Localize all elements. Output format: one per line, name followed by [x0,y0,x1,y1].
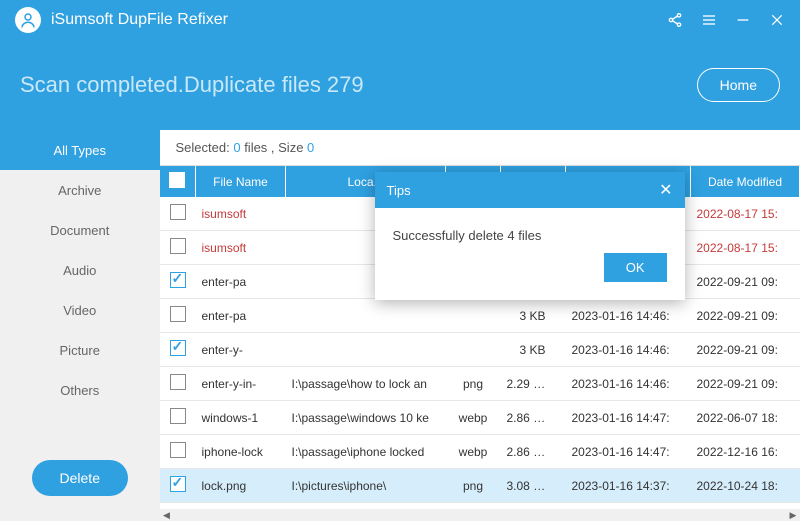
cell-modified: 2022-08-17 15: [691,197,800,231]
cell-modified: 2022-06-07 18: [691,401,800,435]
header: Scan completed.Duplicate files 279 Home [0,40,800,130]
cell-created: 2023-01-16 14:47: [566,435,691,469]
row-checkbox[interactable] [170,408,186,424]
table-row[interactable]: enter-pa 3 KB2023-01-16 14:46:2022-09-21 … [160,299,800,333]
cell-size: 3.08 KB [501,469,566,503]
share-icon[interactable] [667,12,683,28]
cell-created: 2023-01-16 14:46: [566,367,691,401]
titlebar: iSumsoft DupFile Refixer [0,0,800,40]
cell-filename: enter-y- [196,333,286,367]
sidebar-item-audio[interactable]: Audio [0,250,160,290]
app-title: iSumsoft DupFile Refixer [51,11,667,29]
sidebar: All TypesArchiveDocumentAudioVideoPictur… [0,130,160,521]
selection-summary: Selected: 0 files , Size 0 [160,130,800,165]
dialog-message: Successfully delete 4 files [375,208,685,253]
cell-type: png [446,367,501,401]
row-checkbox[interactable] [170,476,186,492]
cell-created: 2023-01-16 14:46: [566,299,691,333]
sidebar-item-picture[interactable]: Picture [0,330,160,370]
cell-location [286,299,446,333]
scan-status: Scan completed.Duplicate files 279 [20,72,697,98]
home-button[interactable]: Home [697,68,780,102]
cell-type [446,299,501,333]
delete-button[interactable]: Delete [32,460,128,496]
cell-modified: 2022-08-17 15: [691,231,800,265]
cell-location [286,333,446,367]
cell-created: 2023-01-16 14:37: [566,469,691,503]
cell-modified: 2022-09-21 09: [691,333,800,367]
cell-filename: enter-pa [196,265,286,299]
close-icon[interactable] [769,12,785,28]
selected-count: 0 [233,140,240,155]
cell-size: 2.29 KB [501,367,566,401]
selected-size: 0 [307,140,314,155]
row-checkbox[interactable] [170,340,186,356]
table-row[interactable]: windows-1I:\passage\windows 10 kewebp2.8… [160,401,800,435]
cell-modified: 2022-09-21 09: [691,265,800,299]
cell-filename: isumsoft [196,197,286,231]
row-checkbox[interactable] [170,204,186,220]
scroll-right-icon[interactable]: ▶ [786,510,800,521]
cell-location: I:\pictures\iphone\ [286,469,446,503]
cell-type: png [446,469,501,503]
selected-label: Selected: [176,140,230,155]
cell-type: webp [446,435,501,469]
table-row[interactable]: iphone-lockI:\passage\iphone lockedwebp2… [160,435,800,469]
cell-location: I:\passage\how to lock an [286,367,446,401]
cell-type: webp [446,401,501,435]
sidebar-item-all-types[interactable]: All Types [0,130,160,170]
cell-location: I:\passage\windows 10 ke [286,401,446,435]
scroll-left-icon[interactable]: ◀ [160,510,174,521]
sidebar-item-others[interactable]: Others [0,370,160,410]
dialog-title: Tips [387,183,411,198]
dialog-close-icon[interactable]: ✕ [659,180,672,200]
cell-filename: enter-pa [196,299,286,333]
sidebar-item-document[interactable]: Document [0,210,160,250]
row-checkbox[interactable] [170,442,186,458]
cell-size: 2.86 KB [501,401,566,435]
ok-button[interactable]: OK [604,253,667,282]
row-checkbox[interactable] [170,272,186,288]
cell-size: 2.86 KB [501,435,566,469]
cell-modified: 2022-10-24 18: [691,469,800,503]
cell-filename: lock.png [196,469,286,503]
main-panel: Selected: 0 files , Size 0 File Name Loc… [160,130,800,521]
app-logo [15,7,41,33]
cell-created: 2023-01-16 14:47: [566,401,691,435]
col-filename[interactable]: File Name [196,166,286,197]
header-checkbox[interactable] [160,166,196,197]
cell-size: 3 KB [501,333,566,367]
table-row[interactable]: enter-y- 3 KB2023-01-16 14:46:2022-09-21 … [160,333,800,367]
row-checkbox[interactable] [170,306,186,322]
row-checkbox[interactable] [170,238,186,254]
minimize-icon[interactable] [735,12,751,28]
sidebar-item-archive[interactable]: Archive [0,170,160,210]
tips-dialog: Tips ✕ Successfully delete 4 files OK [375,172,685,300]
cell-filename: iphone-lock [196,435,286,469]
cell-modified: 2022-09-21 09: [691,299,800,333]
cell-location: I:\passage\iphone locked [286,435,446,469]
cell-filename: isumsoft [196,231,286,265]
cell-modified: 2022-12-16 16: [691,435,800,469]
cell-type [446,333,501,367]
table-row[interactable]: lock.pngI:\pictures\iphone\png3.08 KB202… [160,469,800,503]
menu-icon[interactable] [701,12,717,28]
cell-size: 3 KB [501,299,566,333]
cell-filename: windows-1 [196,401,286,435]
row-checkbox[interactable] [170,374,186,390]
col-modified[interactable]: Date Modified [691,166,800,197]
cell-created: 2023-01-16 14:46: [566,333,691,367]
cell-filename: enter-y-in- [196,367,286,401]
cell-modified: 2022-09-21 09: [691,367,800,401]
selected-mid: files , Size [244,140,307,155]
horizontal-scrollbar[interactable]: ◀ ▶ [160,509,800,521]
sidebar-item-video[interactable]: Video [0,290,160,330]
table-row[interactable]: enter-y-in-I:\passage\how to lock anpng2… [160,367,800,401]
